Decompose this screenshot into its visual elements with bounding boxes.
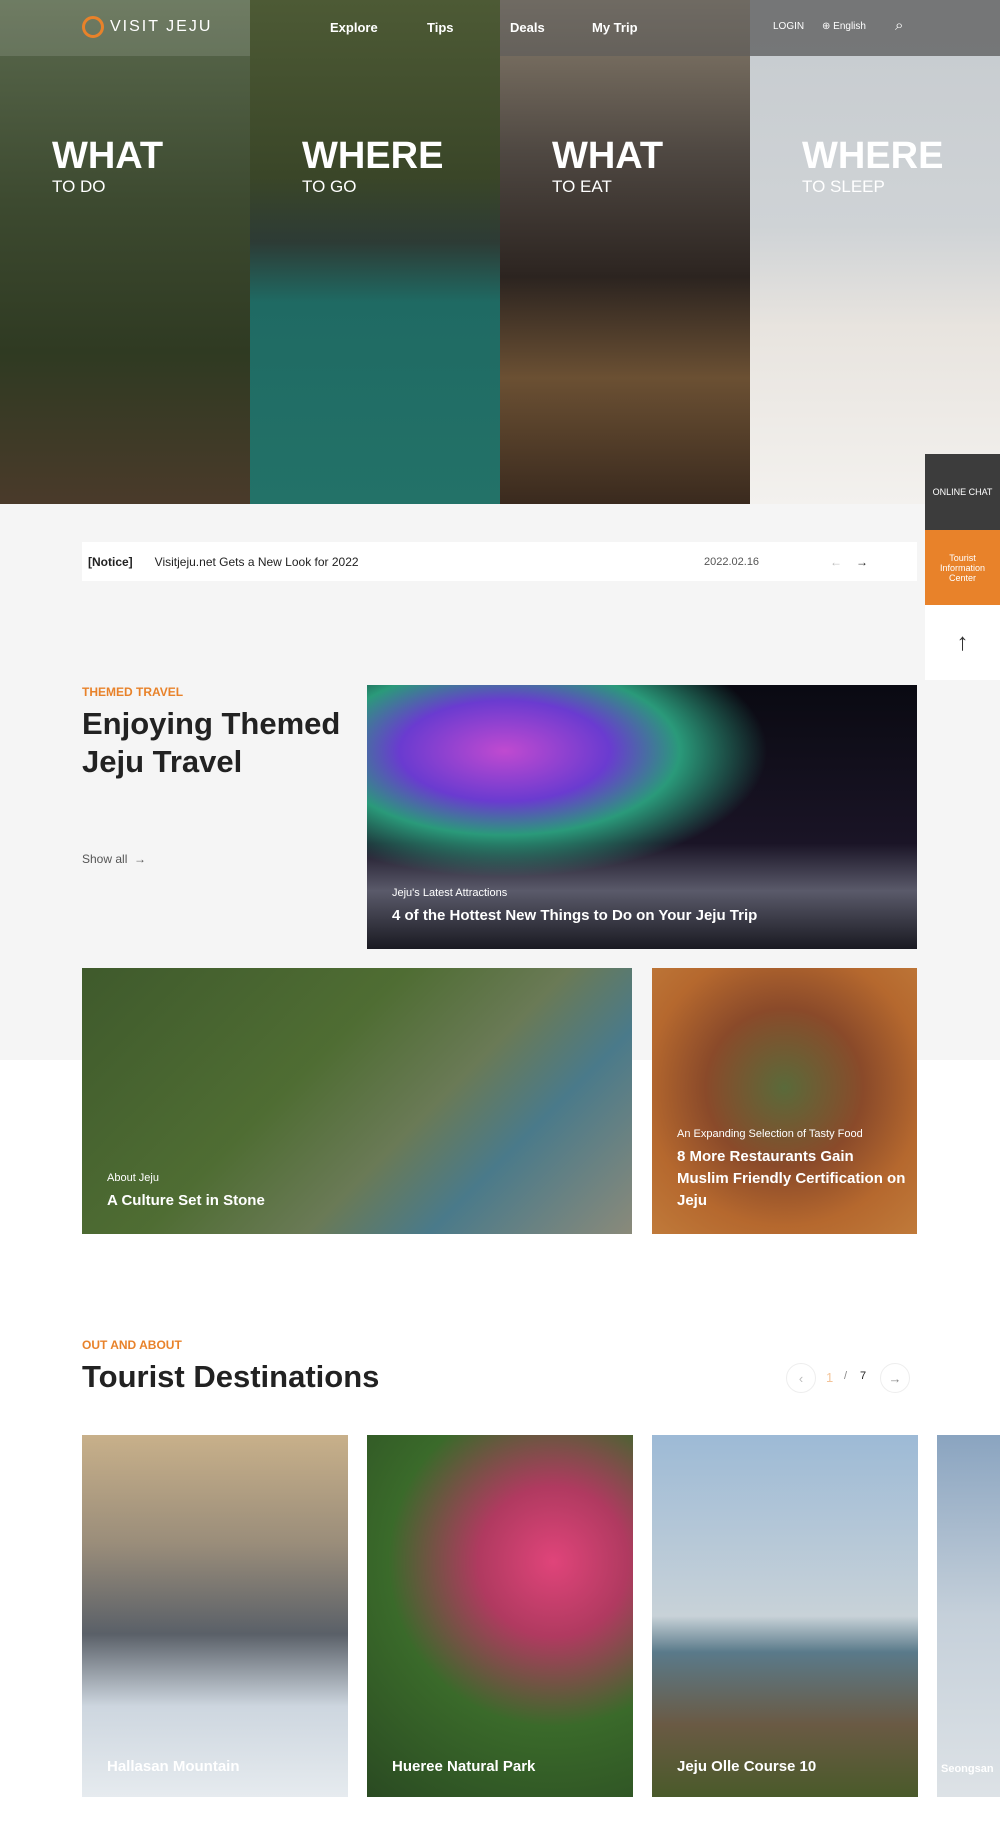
logo-mark-icon	[82, 16, 104, 38]
section-label: THEMED TRAVEL	[82, 685, 184, 699]
hero-panel-what-to-do[interactable]: WHAT TO DO	[0, 0, 250, 504]
total-pages: 7	[860, 1370, 867, 1382]
hero: WHAT TO DO WHERE TO GO WHAT TO EAT WHERE TO …	[0, 0, 1000, 504]
card-title: 8 More Restaurants Gain Muslim Friendly …	[677, 1148, 906, 1209]
prev-page-button[interactable]: ‹	[786, 1363, 816, 1393]
logo-text: VISIT JEJU	[110, 18, 213, 35]
destination-name: Hueree Natural Park	[392, 1758, 536, 1775]
arrow-right-icon: →	[134, 852, 147, 866]
destination-card[interactable]: Hallasan Mountain	[82, 1435, 348, 1797]
hero-title: WHERE	[302, 135, 444, 177]
show-all-link[interactable]: Show all →	[82, 852, 146, 866]
hero-subtitle: TO EAT	[552, 177, 612, 196]
destination-name: Jeju Olle Course 10	[677, 1758, 817, 1775]
card-subtitle: About Jeju	[107, 1172, 159, 1184]
page-separator: /	[844, 1370, 848, 1382]
nav-explore[interactable]: Explore	[330, 20, 378, 35]
prev-arrow-icon[interactable]: ←	[830, 555, 842, 569]
tourist-info-center-button[interactable]: Tourist Information Center	[925, 530, 1000, 605]
hero-title: WHAT	[552, 135, 664, 177]
notice-bar: [Notice] Visitjeju.net Gets a New Look f…	[82, 542, 917, 581]
card-subtitle: An Expanding Selection of Tasty Food	[677, 1128, 863, 1140]
destination-name: Hallasan Mountain	[107, 1758, 240, 1775]
hero-title: WHAT	[52, 135, 164, 177]
notice-date: 2022.02.16	[704, 555, 760, 568]
language-select[interactable]: ⊕ English	[822, 21, 866, 32]
card-title: A Culture Set in Stone	[107, 1192, 265, 1209]
notice-link[interactable]: Visitjeju.net Gets a New Look for 2022	[155, 555, 359, 569]
feature-card-attractions[interactable]: Jeju's Latest Attractions 4 of the Hottes…	[367, 685, 917, 949]
nav-deals[interactable]: Deals	[510, 20, 545, 35]
next-page-button[interactable]: →	[880, 1363, 910, 1393]
hero-panel-where-to-sleep[interactable]: WHERE TO SLEEP	[750, 0, 1000, 504]
card-title: 4 of the Hottest New Things to Do on You…	[392, 907, 758, 924]
current-page: 1	[826, 1370, 834, 1385]
logo[interactable]: VISIT JEJU	[82, 16, 212, 38]
next-arrow-icon[interactable]: →	[856, 555, 868, 569]
hero-panel-what-to-eat[interactable]: WHAT TO EAT	[500, 0, 750, 504]
hero-panel-where-to-go[interactable]: WHERE TO GO	[250, 0, 500, 504]
hero-subtitle: TO DO	[52, 177, 106, 196]
show-all-label: Show all	[82, 852, 128, 866]
globe-icon: ⊕	[822, 21, 831, 32]
hero-title: WHERE	[802, 135, 944, 177]
login-link[interactable]: LOGIN	[773, 21, 804, 32]
destination-card[interactable]: Seongsan	[937, 1435, 1000, 1797]
feature-card-restaurants[interactable]: An Expanding Selection of Tasty Food 8 Mo…	[652, 968, 917, 1234]
card-subtitle: Jeju's Latest Attractions	[392, 887, 508, 899]
feature-card-culture[interactable]: About Jeju A Culture Set in Stone	[82, 968, 632, 1234]
section-title: Enjoying Themed Jeju Travel	[82, 706, 341, 779]
notice-tag: [Notice]	[88, 554, 133, 569]
scroll-top-arrow-icon[interactable]: ↑	[925, 605, 1000, 680]
section-title: Tourist Destinations	[82, 1359, 380, 1394]
destination-card[interactable]: Hueree Natural Park	[367, 1435, 633, 1797]
hero-subtitle: TO GO	[302, 177, 357, 196]
nav-my-trip[interactable]: My Trip	[592, 20, 638, 35]
online-chat-button[interactable]: ONLINE CHAT	[925, 454, 1000, 530]
section-label: OUT AND ABOUT	[82, 1338, 182, 1352]
search-icon[interactable]: ⌕	[895, 17, 903, 34]
hero-subtitle: TO SLEEP	[802, 177, 885, 196]
destination-name: Seongsan	[941, 1763, 994, 1775]
nav-tips[interactable]: Tips	[427, 20, 454, 35]
destination-card[interactable]: Jeju Olle Course 10	[652, 1435, 918, 1797]
language-label: English	[833, 21, 866, 32]
